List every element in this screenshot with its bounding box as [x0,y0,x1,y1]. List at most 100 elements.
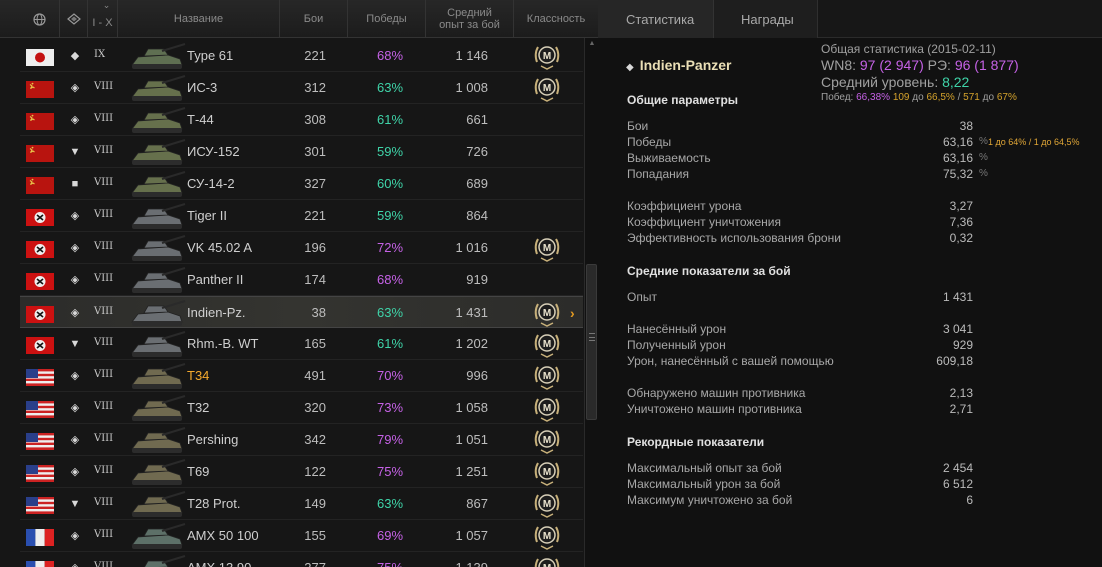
sort-by-mastery-button[interactable]: Классность [514,0,598,38]
medium-tank-icon: ◆ [626,62,634,73]
table-row[interactable]: ▼ VIII ИСУ-152 301 59% 726 [20,136,583,168]
table-row[interactable]: ◈ VIII Т-44 308 61% 661 [20,104,583,136]
battles-header-label: Бои [303,13,324,25]
heavy-tank-icon: ◈ [70,370,80,382]
tier-label: VIII [94,401,114,412]
vehicle-table-panel: ⌄ I - X Название Бои Победы Средний опыт… [0,0,598,567]
battles-value: 165 [304,336,326,351]
avg-xp-value: 661 [466,112,488,127]
stat-row: Максимальный урон за бой 6 512 [627,477,973,493]
tank-image [128,265,186,295]
stat-row: Выживаемость 63,16% [627,151,988,167]
mastery-badge-icon: M [532,394,562,422]
tier-label: VIII [94,497,114,508]
sort-by-type-button[interactable] [60,0,88,38]
stat-unit: % [979,152,988,163]
name-header-label: Название [173,13,224,25]
wins-target1: 66,5% [926,92,955,103]
stat-row: Полученный урон 929 [627,338,973,354]
tank-name: СУ-14-2 [187,176,235,191]
winrate-value: 72% [376,240,404,255]
battles-value: 277 [276,560,326,567]
avg-xp-value: 1 016 [455,240,488,255]
avg-xp-value: 996 [466,368,488,383]
tier-label: VIII [94,433,114,444]
table-row[interactable]: ◈ VIII AMX 50 100 155 69% 1 057 M [20,520,583,552]
table-row[interactable]: ■ VIII СУ-14-2 327 60% 689 [20,168,583,200]
scrollbar-thumb[interactable] [586,264,597,420]
stat-value: 6 512 [942,477,973,491]
tank-image [128,425,186,455]
tier-header-label: I - X [92,17,113,29]
tank-image [128,361,186,391]
avg-xp-value: 1 008 [455,80,488,95]
stat-row: Нанесённый урон 3 041 [627,322,973,338]
stat-label: Максимальный опыт за бой [627,461,782,475]
avg-level-value: 8,22 [942,74,970,90]
table-row[interactable]: ◈ VIII T34 491 70% 996 M [20,360,583,392]
table-row[interactable]: ◈ VIII VK 45.02 A 196 72% 1 016 M [20,232,583,264]
re-total: (1 877) [974,57,1019,73]
svg-text:M: M [543,435,551,446]
stat-value: 929 [952,338,973,352]
winrate-value: 59% [376,144,404,159]
winrate-value: 63% [376,305,404,320]
table-row[interactable]: ◈ VIII Tiger II 221 59% 864 [20,200,583,232]
table-row[interactable]: ◈ VIII ИС-3 312 63% 1 008 M [20,72,583,104]
wins-need2: 571 [963,92,980,103]
stat-row: Коэффициент уничтожения 7,36 [627,215,973,231]
wins-header-label: Победы [366,13,407,25]
battles-value: 155 [304,528,326,543]
battles-value: 149 [304,496,326,511]
flag-ussr-icon [26,145,54,162]
stat-row: Эффективность использования брони 0,32 [627,231,973,247]
sort-by-battles-button[interactable]: Бои [280,0,348,38]
sort-by-wins-button[interactable]: Победы [348,0,426,38]
flag-ussr-icon [26,177,54,194]
tier-label: VIII [94,465,114,476]
flag-usa-icon [26,433,54,450]
stat-label: Максимальный урон за бой [627,477,781,491]
table-row[interactable]: ◆ IX Type 61 221 68% 1 146 M [20,40,583,72]
table-row[interactable]: ◈ VIII Indien-Pz. 38 63% 1 431 M › [20,296,583,328]
table-row[interactable]: ◈ VIII T69 122 75% 1 251 M [20,456,583,488]
battles-value: 221 [304,48,326,63]
flag-japan-icon [26,49,54,66]
vehicle-title: ◆ Indien-Panzer [626,57,732,73]
tab-statistics[interactable]: Статистика [598,0,714,38]
medium-tank-icon: ◈ [70,274,80,286]
scrollbar[interactable]: ▲ [584,38,598,567]
table-row[interactable]: ◈ VIII Panther II 174 68% 919 [20,264,583,296]
table-row[interactable]: ◈ VIII T32 320 73% 1 058 M [20,392,583,424]
sort-by-xp-button[interactable]: Средний опыт за бой [426,0,514,38]
sort-by-nation-button[interactable] [20,0,60,38]
tank-type-icon [66,13,82,25]
flag-germany-icon [26,209,54,226]
scroll-up-arrow-icon[interactable]: ▲ [587,40,597,48]
battles-value: 320 [304,400,326,415]
tier-label: VIII [94,209,114,220]
sort-by-tier-button[interactable]: I - X [88,0,118,38]
table-row[interactable]: ◈ VIII Pershing 342 79% 1 051 M [20,424,583,456]
heavy-tank-icon: ◈ [70,210,80,222]
tab-awards[interactable]: Награды [714,0,818,38]
battles-value: 308 [304,112,326,127]
table-row[interactable]: ▼ VIII T28 Prot. 149 63% 867 M [20,488,583,520]
sort-by-name-button[interactable]: Название [118,0,280,38]
tier-label: VIII [94,273,114,284]
avg-xp-value: 1 431 [455,305,488,320]
tank-name: T32 [187,400,210,415]
table-row[interactable]: ▼ VIII Rhm.-B. WT 165 61% 1 202 M [20,328,583,360]
rating-line: WN8: 97 (2 947) РЭ: 96 (1 877) [821,57,1019,74]
table-row[interactable]: ◈ VIII AMX 13 90 277 75% 1 139 M [20,552,583,567]
winrate-value: 75% [360,560,420,567]
mastery-badge-icon: M [532,458,562,486]
tank-image [128,41,186,71]
mastery-badge-icon: M [532,426,562,454]
stat-label: Выживаемость [627,151,711,165]
stat-row: Коэффициент урона 3,27 [627,199,973,215]
tank-image [128,393,186,423]
wins-line: Побед: 66,38% 109 до 66,5% / 571 до 67% [821,92,1017,103]
tank-name: Tiger II [187,208,227,223]
battles-value: 342 [304,432,326,447]
